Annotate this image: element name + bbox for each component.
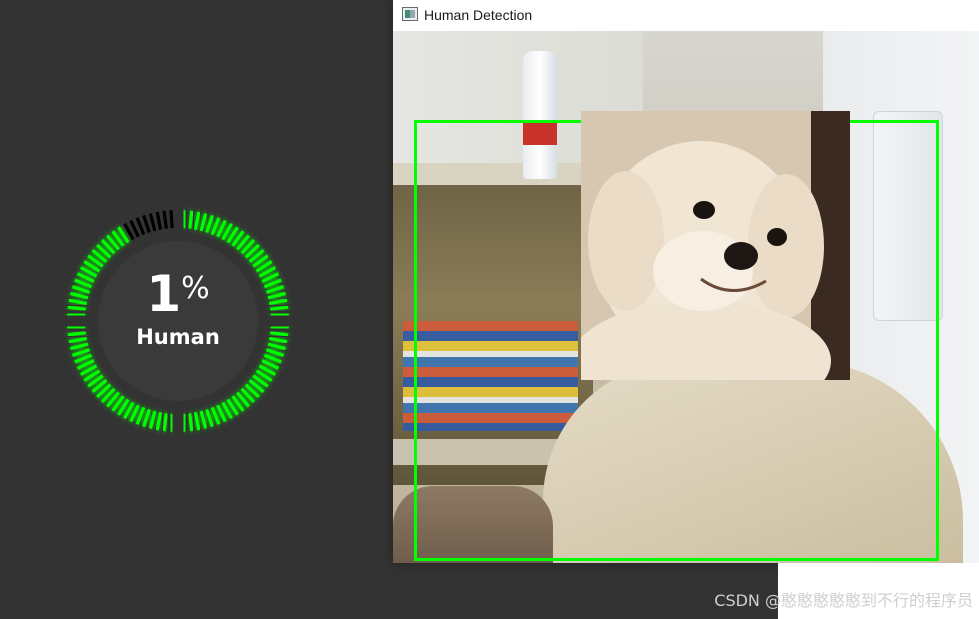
gauge-tick-active bbox=[193, 211, 201, 230]
csdn-watermark: CSDN @憨憨憨憨憨到不行的程序员 bbox=[714, 591, 973, 610]
gauge-tick-active bbox=[74, 353, 93, 364]
gauge-tick-inactive bbox=[135, 217, 146, 236]
gauge-tick-active bbox=[210, 217, 221, 236]
gauge-tick-inactive bbox=[162, 210, 168, 229]
gauge-tick-active bbox=[193, 412, 201, 431]
gauge-tick-active bbox=[135, 406, 146, 425]
gauge-tick-active bbox=[263, 353, 282, 364]
app-window-icon bbox=[402, 7, 418, 21]
human-confidence-gauge: 1% Human bbox=[64, 207, 292, 435]
puppy-face-overlay bbox=[581, 111, 850, 380]
gauge-tick-active bbox=[182, 210, 187, 229]
gauge-tick-inactive bbox=[148, 213, 157, 232]
gauge-tick-inactive bbox=[169, 210, 174, 229]
gauge-readout: 1% Human bbox=[64, 269, 292, 349]
gauge-tick-active bbox=[169, 413, 174, 432]
gauge-tick-active bbox=[210, 406, 221, 425]
gauge-value-row: 1% bbox=[64, 269, 292, 319]
gauge-label: Human bbox=[136, 325, 220, 349]
gauge-tick-active bbox=[199, 410, 208, 429]
gauge-tick-active bbox=[71, 348, 91, 357]
gauge-tick-active bbox=[199, 213, 208, 232]
gauge-tick-active bbox=[205, 214, 214, 234]
window-titlebar[interactable]: Human Detection bbox=[393, 0, 979, 31]
gauge-tick-active bbox=[155, 412, 163, 431]
gauge-tick-active bbox=[188, 413, 194, 432]
gauge-unit: % bbox=[181, 271, 210, 306]
gauge-tick-inactive bbox=[155, 211, 163, 230]
gauge-tick-active bbox=[142, 408, 151, 428]
gauge-tick-active bbox=[188, 210, 194, 229]
window-title: Human Detection bbox=[424, 7, 533, 23]
camera-frame bbox=[393, 31, 979, 563]
gauge-tick-active bbox=[148, 410, 157, 429]
gauge-tick-active bbox=[205, 408, 214, 428]
puppy-illustration bbox=[581, 111, 850, 380]
gauge-value: 1 bbox=[146, 265, 181, 323]
gauge-tick-active bbox=[162, 413, 168, 432]
gauge-tick-inactive bbox=[142, 214, 151, 234]
gauge-tick-active bbox=[265, 348, 285, 357]
human-detection-window[interactable]: Human Detection bbox=[393, 0, 979, 563]
gauge-tick-active bbox=[182, 413, 187, 432]
